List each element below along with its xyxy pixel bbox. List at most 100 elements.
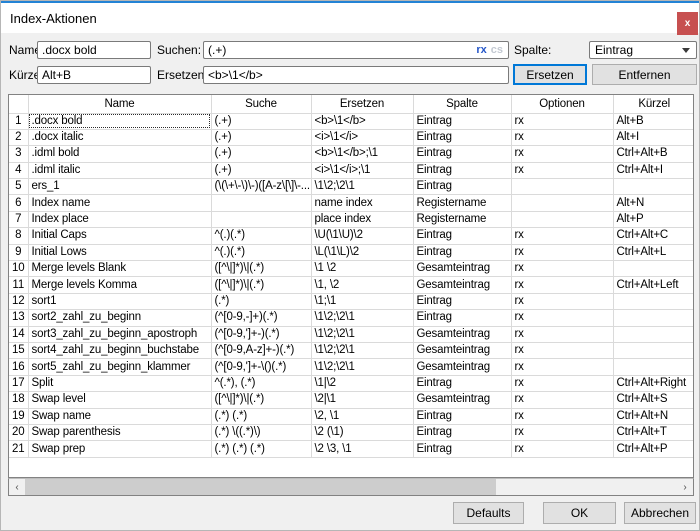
cell-optionen[interactable] — [511, 179, 613, 195]
cell-optionen[interactable]: rx — [511, 293, 613, 309]
cell-name[interactable]: Initial Caps — [28, 228, 211, 244]
cell-name[interactable]: sort4_zahl_zu_beginn_buchstabe — [28, 342, 211, 358]
cell-spalte[interactable]: Eintrag — [413, 162, 511, 178]
cell-suche[interactable]: ([^\|]*)\|(.*) — [211, 277, 311, 293]
scrollbar-thumb[interactable] — [25, 479, 496, 495]
cell-optionen[interactable]: rx — [511, 310, 613, 326]
cell-optionen[interactable]: rx — [511, 244, 613, 260]
cell-spalte[interactable]: Eintrag — [413, 424, 511, 440]
cell-suche[interactable] — [211, 195, 311, 211]
cell-optionen[interactable]: rx — [511, 424, 613, 440]
cell-name[interactable]: Initial Lows — [28, 244, 211, 260]
col-header-spalte[interactable]: Spalte — [413, 95, 511, 113]
row-number[interactable]: 19 — [9, 408, 28, 424]
row-number[interactable]: 8 — [9, 228, 28, 244]
cell-optionen[interactable]: rx — [511, 375, 613, 391]
row-number[interactable]: 17 — [9, 375, 28, 391]
cell-kuerzel[interactable]: Ctrl+Alt+C — [613, 228, 694, 244]
row-number[interactable]: 9 — [9, 244, 28, 260]
cell-ersetzen[interactable]: \1\2;\2\1 — [311, 359, 413, 375]
table-row[interactable]: 16sort5_zahl_zu_beginn_klammer(^[0-9,']+… — [9, 359, 694, 375]
row-number[interactable]: 15 — [9, 342, 28, 358]
cell-spalte[interactable]: Eintrag — [413, 113, 511, 129]
cell-spalte[interactable]: Eintrag — [413, 441, 511, 457]
row-number[interactable]: 14 — [9, 326, 28, 342]
cell-name[interactable]: Swap prep — [28, 441, 211, 457]
row-number[interactable]: 12 — [9, 293, 28, 309]
cell-suche[interactable]: ^(.)(.*) — [211, 228, 311, 244]
cell-name[interactable]: .docx italic — [28, 129, 211, 145]
ersetzen-input[interactable]: <b>\1</b> — [203, 66, 509, 84]
col-header-kuerzel[interactable]: Kürzel — [613, 95, 694, 113]
cell-suche[interactable]: (.+) — [211, 162, 311, 178]
cell-name[interactable]: Index place — [28, 211, 211, 227]
table-row[interactable]: 13sort2_zahl_zu_beginn(^[0-9,-]+)(.*)\1\… — [9, 310, 694, 326]
cell-kuerzel[interactable] — [613, 359, 694, 375]
cell-optionen[interactable]: rx — [511, 441, 613, 457]
cell-suche[interactable]: (^[0-9,']+-)(.*) — [211, 326, 311, 342]
table-row[interactable]: 18Swap level([^\|]*)\|(.*)\2|\1Gesamtein… — [9, 392, 694, 408]
cell-ersetzen[interactable]: \1 \2 — [311, 261, 413, 277]
cell-optionen[interactable]: rx — [511, 326, 613, 342]
cell-suche[interactable]: (^[0-9,-]+)(.*) — [211, 310, 311, 326]
cell-spalte[interactable]: Eintrag — [413, 228, 511, 244]
row-number[interactable]: 13 — [9, 310, 28, 326]
cell-ersetzen[interactable]: \2|\1 — [311, 392, 413, 408]
table-row[interactable]: 8Initial Caps^(.)(.*)\U(\1\U)\2Eintragrx… — [9, 228, 694, 244]
row-number[interactable]: 5 — [9, 179, 28, 195]
cell-kuerzel[interactable]: Ctrl+Alt+T — [613, 424, 694, 440]
col-header-optionen[interactable]: Optionen — [511, 95, 613, 113]
cell-optionen[interactable]: rx — [511, 162, 613, 178]
cell-suche[interactable]: ^(.)(.*) — [211, 244, 311, 260]
cell-name[interactable]: sort2_zahl_zu_beginn — [28, 310, 211, 326]
cell-name[interactable]: sort3_zahl_zu_beginn_apostroph — [28, 326, 211, 342]
cell-kuerzel[interactable]: Alt+I — [613, 129, 694, 145]
cell-optionen[interactable]: rx — [511, 113, 613, 129]
cell-spalte[interactable]: Eintrag — [413, 179, 511, 195]
cell-optionen[interactable]: rx — [511, 261, 613, 277]
cell-ersetzen[interactable]: \1, \2 — [311, 277, 413, 293]
col-header-suche[interactable]: Suche — [211, 95, 311, 113]
cell-name[interactable]: Split — [28, 375, 211, 391]
cell-spalte[interactable]: Gesamteintrag — [413, 392, 511, 408]
cell-optionen[interactable]: rx — [511, 228, 613, 244]
cancel-button[interactable]: Abbrechen — [624, 502, 696, 524]
table-row[interactable]: 12sort1(.*)\1;\1Eintragrx — [9, 293, 694, 309]
cell-kuerzel[interactable]: Ctrl+Alt+B — [613, 146, 694, 162]
table-row[interactable]: 4.idml italic(.+)<i>\1</i>;\1EintragrxCt… — [9, 162, 694, 178]
cell-ersetzen[interactable]: \1\2;\2\1 — [311, 179, 413, 195]
cell-spalte[interactable]: Registername — [413, 211, 511, 227]
suchen-input[interactable]: (.+) rxcs — [203, 41, 509, 59]
cell-optionen[interactable] — [511, 211, 613, 227]
table-row[interactable]: 11Merge levels Komma([^\|]*)\|(.*)\1, \2… — [9, 277, 694, 293]
cell-optionen[interactable]: rx — [511, 146, 613, 162]
cell-name[interactable]: Merge levels Komma — [28, 277, 211, 293]
col-header-ersetzen[interactable]: Ersetzen — [311, 95, 413, 113]
cell-ersetzen[interactable]: \2, \1 — [311, 408, 413, 424]
cell-suche[interactable]: (.+) — [211, 113, 311, 129]
cell-name[interactable]: Swap parenthesis — [28, 424, 211, 440]
cell-ersetzen[interactable]: \2 (\1) — [311, 424, 413, 440]
defaults-button[interactable]: Defaults — [453, 502, 524, 524]
cell-kuerzel[interactable]: Ctrl+Alt+S — [613, 392, 694, 408]
cell-spalte[interactable]: Registername — [413, 195, 511, 211]
cell-suche[interactable]: (.*) \((.*)\) — [211, 424, 311, 440]
cell-optionen[interactable] — [511, 195, 613, 211]
kuerzel-input[interactable]: Alt+B — [37, 66, 151, 84]
cell-kuerzel[interactable]: Ctrl+Alt+Left — [613, 277, 694, 293]
table-row[interactable]: 20Swap parenthesis(.*) \((.*)\)\2 (\1)Ei… — [9, 424, 694, 440]
cell-suche[interactable]: (.*) — [211, 293, 311, 309]
cell-spalte[interactable]: Eintrag — [413, 375, 511, 391]
cell-name[interactable]: ers_1 — [28, 179, 211, 195]
cell-ersetzen[interactable]: <i>\1</i>;\1 — [311, 162, 413, 178]
row-number[interactable]: 1 — [9, 113, 28, 129]
cell-suche[interactable]: ([^\|]*)\|(.*) — [211, 261, 311, 277]
cell-ersetzen[interactable]: \1|\2 — [311, 375, 413, 391]
cell-spalte[interactable]: Gesamteintrag — [413, 261, 511, 277]
cell-name[interactable]: sort5_zahl_zu_beginn_klammer — [28, 359, 211, 375]
row-number[interactable]: 21 — [9, 441, 28, 457]
cell-name[interactable]: .idml italic — [28, 162, 211, 178]
cell-spalte[interactable]: Gesamteintrag — [413, 359, 511, 375]
cell-ersetzen[interactable]: place index — [311, 211, 413, 227]
row-number[interactable]: 18 — [9, 392, 28, 408]
